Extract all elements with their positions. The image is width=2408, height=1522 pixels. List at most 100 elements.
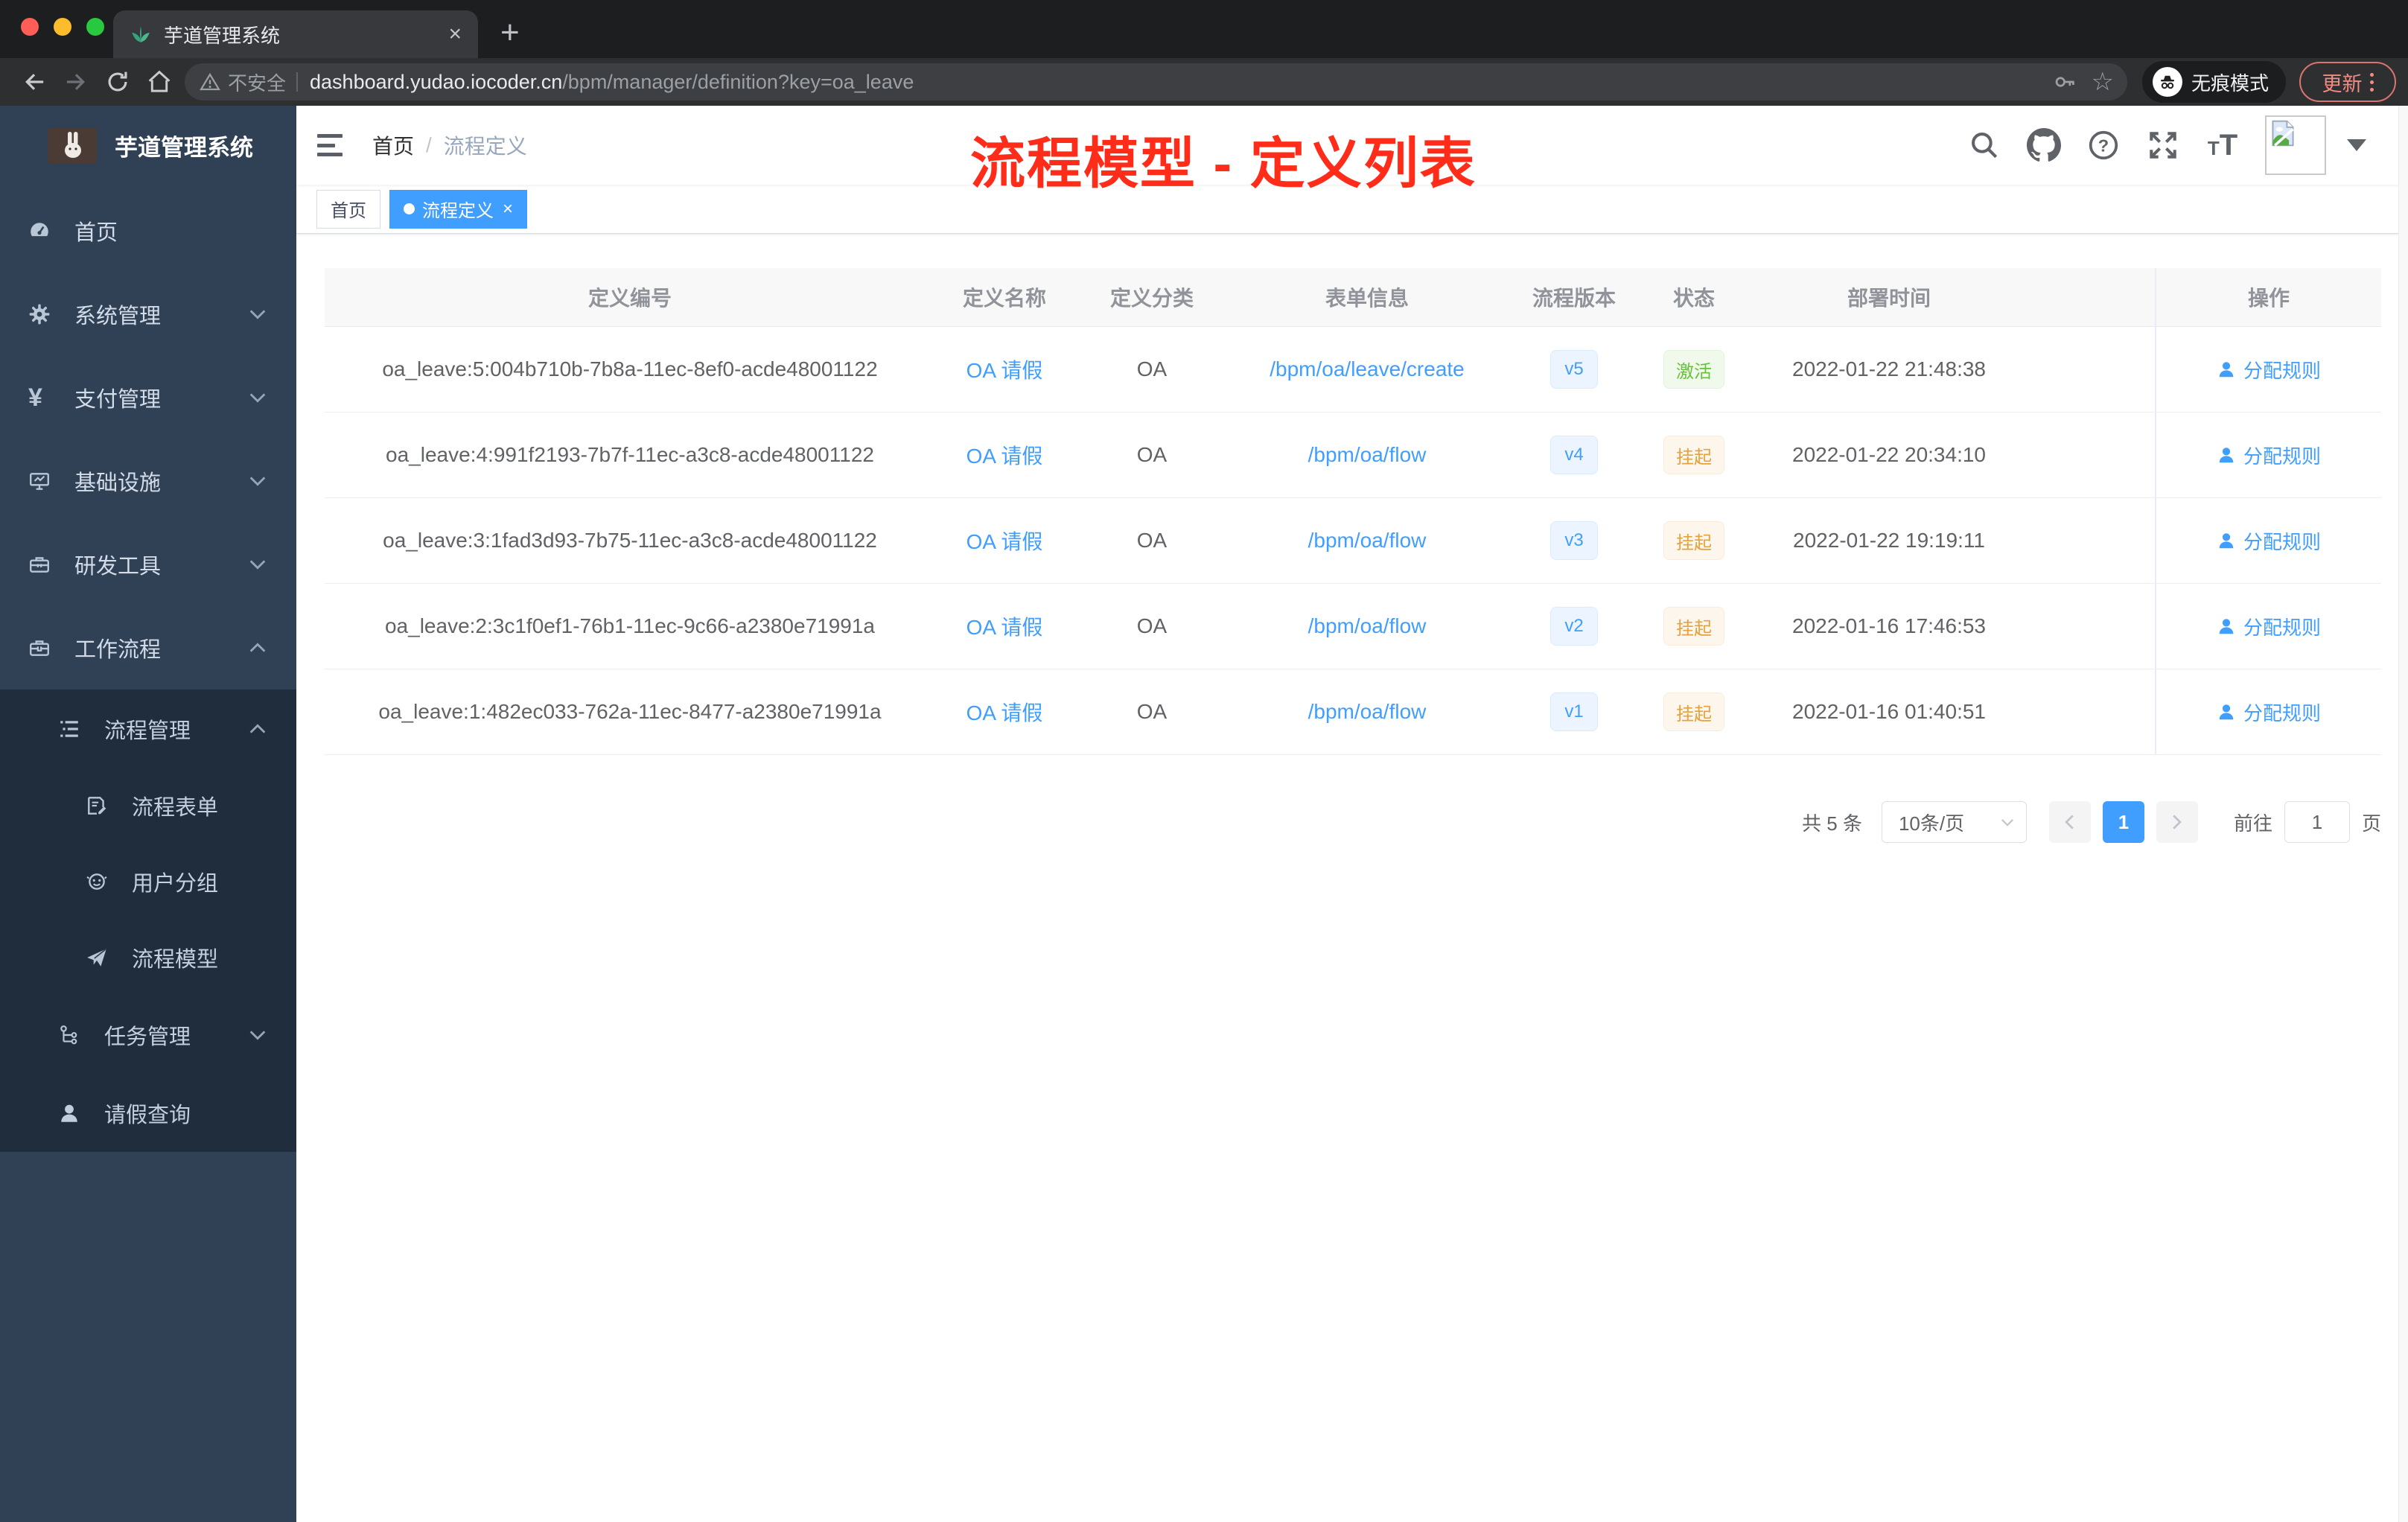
warning-icon [200, 72, 220, 91]
chevron-down-icon [249, 1030, 266, 1040]
form-link[interactable]: /bpm/oa/flow [1308, 614, 1427, 638]
browser-menu-icon[interactable] [2369, 72, 2374, 92]
goto-page-input[interactable] [2284, 801, 2350, 843]
brand: 芋道管理系统 [0, 106, 296, 185]
cell-definition-name: OA 请假 [935, 413, 1074, 497]
cell-version: v2 [1504, 584, 1644, 669]
chevron-down-icon [249, 477, 266, 486]
status-badge: 挂起 [1663, 521, 1724, 560]
home-icon[interactable] [143, 66, 176, 98]
tag-close-icon[interactable]: × [503, 200, 513, 218]
breadcrumb-home[interactable]: 首页 [372, 130, 414, 160]
cell-deploy-time: 2022-01-16 17:46:53 [1792, 614, 1986, 637]
new-tab-button[interactable]: + [500, 16, 520, 49]
assign-rule-link[interactable]: 分配规则 [2217, 698, 2321, 726]
cell-category: OA [1136, 357, 1168, 380]
browser-tab[interactable]: 芋道管理系统 × [113, 10, 478, 58]
column-header-deploy-time: 部署时间 [1847, 287, 1931, 310]
browser-chrome: 芋道管理系统 × + 不安全 dashboard.yudao.iocoder.c… [0, 0, 2408, 106]
cell-form-info: /bpm/oa/flow [1230, 584, 1504, 669]
hamburger-icon[interactable] [317, 133, 347, 158]
definition-name-link[interactable]: OA 请假 [966, 526, 1043, 555]
next-page-button[interactable] [2156, 801, 2198, 843]
avatar[interactable] [2265, 115, 2326, 175]
github-icon[interactable] [2027, 128, 2061, 162]
sidebar-item-workflow[interactable]: 工作流程 [0, 606, 296, 690]
scrollbar-track[interactable] [2398, 106, 2408, 1522]
font-size-icon[interactable]: TT [2205, 128, 2240, 162]
definition-name-link[interactable]: OA 请假 [966, 697, 1043, 727]
sidebar-item-leave-query[interactable]: 请假查询 [0, 1074, 296, 1152]
table-row: oa_leave:5:004b710b-7b8a-11ec-8ef0-acde4… [325, 327, 2381, 413]
security-label[interactable]: 不安全 [228, 69, 286, 96]
definition-table: 定义编号 定义名称 定义分类 表单信息 流程版本 状态 部署时间 操作 oa_l… [325, 268, 2381, 755]
page-number-1[interactable]: 1 [2102, 801, 2144, 843]
cell-definition-id: oa_leave:4:991f2193-7b7f-11ec-a3c8-acde4… [386, 443, 874, 466]
sidebar-item-infrastructure[interactable]: 基础设施 [0, 439, 296, 523]
cell-category: OA [1136, 700, 1168, 723]
url-host: dashboard.yudao.iocoder.cn [310, 70, 563, 93]
user-icon [2219, 704, 2234, 720]
fullscreen-icon[interactable] [2146, 128, 2180, 162]
assign-rule-link[interactable]: 分配规则 [2217, 527, 2321, 555]
sidebar-item-home[interactable]: 首页 [0, 189, 296, 273]
breadcrumb-separator: / [426, 133, 432, 156]
form-link[interactable]: /bpm/oa/flow [1308, 529, 1427, 553]
avatar-dropdown-caret-icon[interactable] [2347, 139, 2366, 151]
cell-filler [2034, 327, 2155, 412]
key-icon[interactable] [2053, 70, 2077, 94]
address-bar[interactable]: 不安全 dashboard.yudao.iocoder.cn/bpm/manag… [185, 63, 2127, 101]
form-link[interactable]: /bpm/oa/flow [1308, 443, 1427, 467]
sidebar-item-process-management[interactable]: 流程管理 [0, 690, 296, 768]
column-header-action: 操作 [2155, 268, 2381, 326]
help-icon[interactable]: ? [2086, 128, 2121, 162]
chevron-up-icon [249, 723, 266, 733]
sidebar-item-process-model[interactable]: 流程模型 [0, 920, 296, 996]
definition-name-link[interactable]: OA 请假 [966, 440, 1043, 470]
page-size-select[interactable]: 10条/页 [1881, 801, 2027, 843]
user-icon [2219, 448, 2234, 463]
version-badge: v5 [1550, 350, 1598, 389]
window-zoom-button[interactable] [86, 18, 104, 36]
sidebar-item-task-management[interactable]: 任务管理 [0, 996, 296, 1074]
browser-update-button[interactable]: 更新 [2299, 62, 2396, 102]
column-header-definition-name: 定义名称 [962, 287, 1046, 310]
sidebar-item-user-group[interactable]: 用户分组 [0, 844, 296, 920]
prev-page-button[interactable] [2048, 801, 2091, 843]
back-icon[interactable] [18, 66, 51, 98]
form-link[interactable]: /bpm/oa/leave/create [1270, 357, 1465, 381]
cell-form-info: /bpm/oa/flow [1230, 498, 1504, 583]
assign-rule-link[interactable]: 分配规则 [2217, 613, 2321, 640]
cell-category: OA [1136, 529, 1168, 552]
chevron-down-icon [249, 393, 266, 403]
tab-close-icon[interactable]: × [448, 23, 462, 45]
cell-version: v3 [1504, 498, 1644, 583]
form-link[interactable]: /bpm/oa/flow [1308, 700, 1427, 724]
definition-name-link[interactable]: OA 请假 [966, 611, 1043, 641]
sidebar-item-system[interactable]: 系统管理 [0, 273, 296, 356]
window-close-button[interactable] [21, 18, 39, 36]
sidebar-item-devtools[interactable]: 研发工具 [0, 523, 296, 606]
reload-icon[interactable] [101, 66, 134, 98]
cell-action: 分配规则 [2155, 413, 2381, 497]
definition-name-link[interactable]: OA 请假 [966, 354, 1043, 384]
sidebar-item-process-form[interactable]: 流程表单 [0, 768, 296, 844]
window-minimize-button[interactable] [54, 18, 71, 36]
cell-definition-id: oa_leave:3:1fad3d93-7b75-11ec-a3c8-acde4… [383, 529, 877, 552]
assign-rule-link[interactable]: 分配规则 [2217, 356, 2321, 383]
bookmark-star-icon[interactable]: ☆ [2092, 69, 2114, 95]
user-icon [2219, 619, 2234, 634]
cell-filler [2034, 584, 2155, 669]
tag-home[interactable]: 首页 [316, 189, 380, 229]
url-path: /bpm/manager/definition?key=oa_leave [562, 70, 914, 93]
forward-icon[interactable] [60, 66, 92, 98]
goto-label: 前往 [2233, 812, 2272, 835]
chevron-left-icon [2065, 815, 2074, 830]
status-badge: 激活 [1663, 350, 1724, 389]
search-icon[interactable] [1967, 128, 2001, 162]
assign-rule-link[interactable]: 分配规则 [2217, 442, 2321, 469]
cell-status: 挂起 [1644, 498, 1744, 583]
sidebar-item-payment[interactable]: ¥ 支付管理 [0, 356, 296, 439]
tab-title: 芋道管理系统 [164, 24, 281, 47]
tag-process-definition[interactable]: 流程定义 × [389, 189, 528, 229]
